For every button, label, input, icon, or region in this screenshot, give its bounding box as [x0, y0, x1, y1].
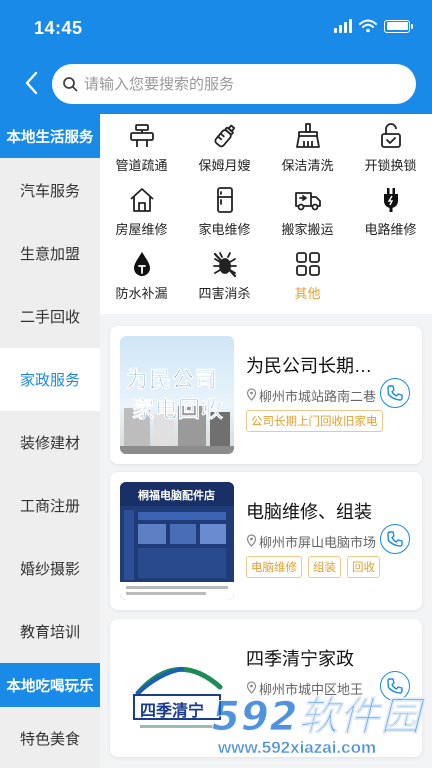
status-time: 14:45	[34, 18, 83, 38]
listing-tag: 组装	[308, 556, 341, 578]
thumb-text-line-1: 为民公司	[126, 367, 219, 393]
phone-icon	[387, 385, 403, 401]
category-label: 四害消杀	[198, 286, 251, 301]
housekeeping-logo	[133, 666, 223, 728]
baby-bottle-icon	[211, 122, 239, 150]
grid-icon	[294, 250, 322, 278]
location-pin-icon	[246, 533, 257, 550]
category-label: 保姆月嫂	[198, 158, 251, 173]
category-locksmith[interactable]: 开锁换锁	[349, 120, 432, 176]
truck-icon	[294, 186, 322, 214]
category-label: 开锁换锁	[364, 158, 417, 173]
phone-icon	[387, 678, 403, 694]
category-nanny[interactable]: 保姆月嫂	[183, 120, 266, 176]
sidebar-item-recycling[interactable]: 二手回收	[0, 285, 100, 348]
sidebar-item-education[interactable]: 教育培训	[0, 600, 100, 663]
thumb-brand-name: 四季清宁	[140, 703, 205, 720]
listing-address: 柳州市屏山电脑市场	[246, 532, 378, 551]
search-bar[interactable]	[52, 64, 416, 104]
category-waterproofing[interactable]: 防水补漏	[100, 248, 183, 304]
search-input[interactable]	[84, 75, 384, 93]
pipe-icon	[128, 122, 156, 150]
category-appliance-repair[interactable]: 家电维修	[183, 184, 266, 240]
battery-icon	[384, 19, 413, 33]
listing-thumbnail: 为民公司 家电回收	[120, 336, 234, 454]
location-pin-icon	[246, 387, 257, 404]
status-icons	[334, 19, 413, 33]
plug-icon	[377, 186, 405, 214]
house-icon	[128, 186, 156, 214]
category-label: 家电维修	[198, 222, 251, 237]
battery-level	[386, 22, 408, 30]
location-pin-icon	[246, 680, 257, 697]
category-label: 其他	[294, 286, 321, 301]
listing-address-text: 柳州市城站路南二巷	[259, 389, 377, 404]
sidebar-item-franchise[interactable]: 生意加盟	[0, 222, 100, 285]
wifi-icon	[359, 19, 377, 33]
category-label: 电路维修	[364, 222, 417, 237]
sidebar-item-wedding-photo[interactable]: 婚纱摄影	[0, 537, 100, 600]
category-pest-control[interactable]: 四害消杀	[183, 248, 266, 304]
sidebar-section-food-fun[interactable]: 本地吃喝玩乐	[0, 663, 100, 707]
listing-title: 为民公司长期上门回收旧家电	[246, 356, 381, 376]
main-content: 管道疏通 保姆月嫂 保洁清洗 开锁换锁 房屋维修 家电维修 搬家搬运 电路维修 …	[100, 114, 432, 768]
listing-tag: 电脑维修	[246, 556, 302, 578]
listing-list: 为民公司 家电回收 为民公司长期上门回收旧家电 柳州市城站路南二巷 公司长期上门…	[100, 314, 432, 768]
sidebar-item-decoration[interactable]: 装修建材	[0, 411, 100, 474]
listing-tags: 公司长期上门回收旧家电	[246, 410, 383, 432]
fridge-icon	[211, 186, 239, 214]
category-label: 管道疏通	[115, 158, 168, 173]
listing-address-text: 柳州市城中区地王	[259, 682, 364, 697]
pest-control-icon	[211, 250, 239, 278]
phone-icon	[387, 531, 403, 547]
category-label: 房屋维修	[115, 222, 168, 237]
back-button[interactable]	[16, 68, 46, 98]
category-moving[interactable]: 搬家搬运	[266, 184, 349, 240]
sidebar-section-local-life[interactable]: 本地生活服务	[0, 114, 100, 158]
listing-tags: 电脑维修 组装 回收	[246, 556, 380, 578]
category-other[interactable]: 其他	[266, 248, 349, 304]
chevron-left-icon	[25, 71, 38, 95]
category-cleaning[interactable]: 保洁清洗	[266, 120, 349, 176]
sidebar-item-local-food[interactable]: 特色美食	[0, 707, 100, 768]
listing-address: 柳州市城中区地王	[246, 679, 378, 698]
cellular-signal-icon	[334, 19, 352, 33]
broom-icon	[294, 122, 322, 150]
unlock-icon	[377, 122, 405, 150]
listing-card[interactable]: 为民公司 家电回收 为民公司长期上门回收旧家电 柳州市城站路南二巷 公司长期上门…	[110, 326, 422, 464]
category-circuit-repair[interactable]: 电路维修	[349, 184, 432, 240]
water-drop-icon	[128, 250, 156, 278]
sidebar-item-business-registration[interactable]: 工商注册	[0, 474, 100, 537]
listing-title: 四季清宁家政	[246, 649, 354, 669]
listing-card[interactable]: 四季清宁 四季清宁家政 柳州市城中区地王	[110, 619, 422, 757]
category-house-repair[interactable]: 房屋维修	[100, 184, 183, 240]
listing-thumbnail: 四季清宁	[120, 629, 234, 747]
listing-tag: 回收	[347, 556, 380, 578]
category-label: 保洁清洗	[281, 158, 334, 173]
thumb-text-line-2: 家电回收	[132, 397, 225, 423]
listing-address-text: 柳州市屏山电脑市场	[259, 535, 377, 550]
category-label: 搬家搬运	[281, 222, 334, 237]
sidebar-item-car-service[interactable]: 汽车服务	[0, 158, 100, 222]
status-bar: 14:45	[0, 0, 432, 58]
call-button[interactable]	[380, 378, 410, 408]
call-button[interactable]	[380, 524, 410, 554]
category-label: 防水补漏	[115, 286, 168, 301]
listing-tag: 公司长期上门回收旧家电	[246, 410, 383, 432]
top-bar	[0, 58, 432, 114]
search-icon	[63, 77, 78, 92]
listing-card[interactable]: 桐福电脑配件店 电脑维修、组装 柳州市屏山电脑市场 电脑维修 组装 回收	[110, 472, 422, 610]
service-category-grid: 管道疏通 保姆月嫂 保洁清洗 开锁换锁 房屋维修 家电维修 搬家搬运 电路维修 …	[100, 120, 432, 304]
category-pipe-unclog[interactable]: 管道疏通	[100, 120, 183, 176]
thumb-store-name: 桐福电脑配件店	[138, 490, 215, 502]
category-sidebar: 本地生活服务 汽车服务 生意加盟 二手回收 家政服务 装修建材 工商注册 婚纱摄…	[0, 114, 100, 768]
sidebar-item-housekeeping[interactable]: 家政服务	[0, 348, 100, 411]
listing-title: 电脑维修、组装	[246, 502, 372, 522]
listing-thumbnail: 桐福电脑配件店	[120, 482, 234, 600]
listing-address: 柳州市城站路南二巷	[246, 386, 378, 405]
call-button[interactable]	[380, 671, 410, 701]
